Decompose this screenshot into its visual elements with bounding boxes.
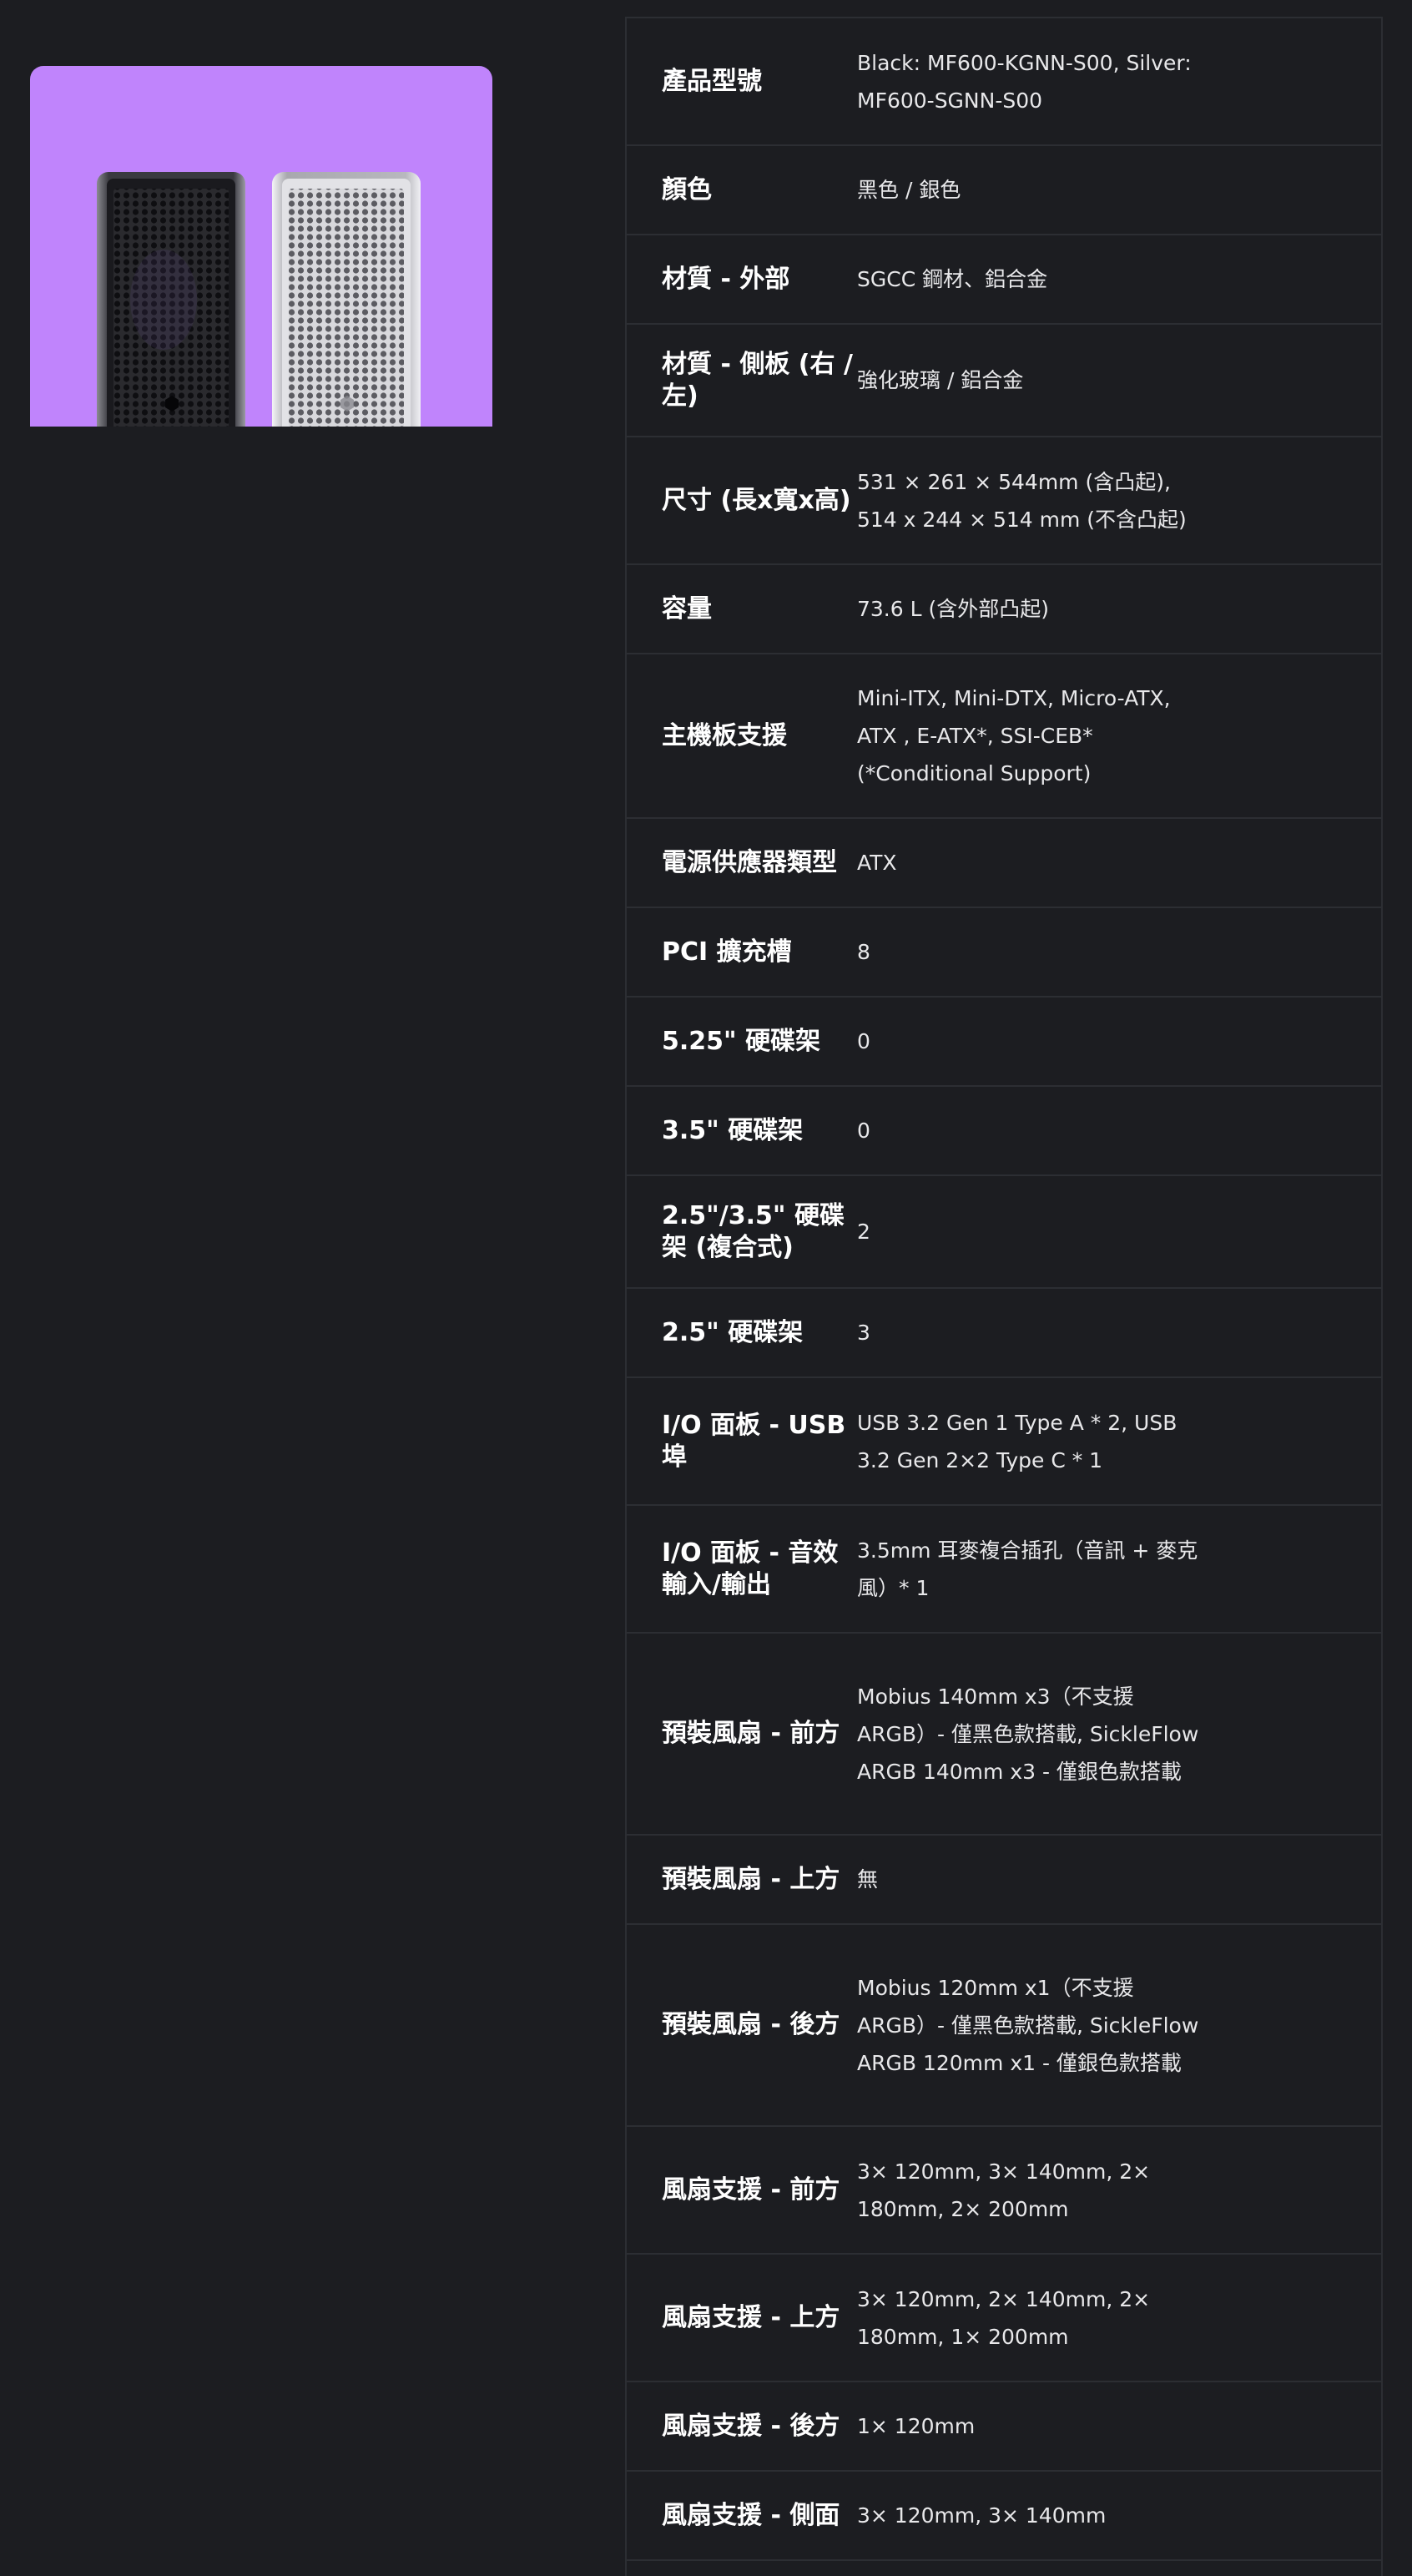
spec-row: 預裝風扇 - 上方 無 (627, 1836, 1381, 1925)
product-image (30, 66, 492, 427)
spec-label: 預裝風扇 - 上方 (662, 1864, 840, 1894)
spec-value: 0 (857, 1119, 870, 1143)
spec-value: ATX (857, 851, 897, 875)
spec-value: 3× 120mm, 3× 140mm (857, 2503, 1107, 2528)
spec-row: 產品型號 Black: MF600-KGNN-S00, Silver: MF60… (627, 18, 1381, 146)
spec-table: 產品型號 Black: MF600-KGNN-S00, Silver: MF60… (625, 17, 1383, 2561)
spec-value: 3× 120mm, 3× 140mm, 2× 180mm, 2× 200mm (857, 2159, 1151, 2221)
spec-label: I/O 面板 - 音效輸入/輸出 (662, 1538, 839, 1599)
spec-label: 容量 (662, 593, 712, 624)
spec-value: 0 (857, 1029, 870, 1053)
spec-value: Black: MF600-KGNN-S00, Silver: MF600-SGN… (857, 50, 1192, 113)
spec-label: 電源供應器類型 (662, 847, 837, 877)
spec-label: 2.5"/3.5" 硬碟架 (複合式) (662, 1200, 845, 1262)
spec-value: 3× 120mm, 2× 140mm, 2× 180mm, 1× 200mm (857, 2286, 1151, 2349)
spec-value: 無 (857, 1867, 879, 1892)
spec-label: 材質 - 外部 (662, 264, 790, 294)
spec-value: 1× 120mm (857, 2414, 976, 2438)
spec-value: 3.5mm 耳麥複合插孔（音訊 + 麥克風）* 1 (857, 1538, 1198, 1600)
spec-label: 3.5" 硬碟架 (662, 1115, 804, 1145)
spec-label: 風扇支援 - 側面 (662, 2500, 840, 2530)
spec-row: 2.5" 硬碟架 3 (627, 1289, 1381, 1378)
spec-value: 黑色 / 銀色 (857, 178, 961, 202)
spec-label: 風扇支援 - 前方 (662, 2174, 840, 2205)
spec-label: 5.25" 硬碟架 (662, 1026, 821, 1056)
spec-row: 風扇支援 - 側面 3× 120mm, 3× 140mm (627, 2472, 1381, 2561)
spec-label: 顏色 (662, 174, 712, 205)
spec-row: 5.25" 硬碟架 0 (627, 998, 1381, 1087)
spec-label: 風扇支援 - 上方 (662, 2302, 840, 2332)
spec-value: 8 (857, 940, 870, 964)
spec-value: 3 (857, 1321, 870, 1345)
spec-label: 尺寸 (長x寬x高) (662, 485, 851, 515)
spec-row: 風扇支援 - 後方 1× 120mm (627, 2382, 1381, 2472)
spec-label: 主機板支援 (662, 720, 787, 750)
spec-label: 預裝風扇 - 後方 (662, 2010, 840, 2039)
spec-value: Mini-ITX, Mini-DTX, Micro-ATX, ATX , E-A… (857, 686, 1171, 785)
spec-row: PCI 擴充槽 8 (627, 908, 1381, 998)
spec-row: 顏色 黑色 / 銀色 (627, 146, 1381, 235)
spec-value: 2 (857, 1220, 870, 1244)
spec-row: I/O 面板 - USB 埠 USB 3.2 Gen 1 Type A * 2,… (627, 1378, 1381, 1506)
spec-row: 材質 - 外部 SGCC 鋼材、鋁合金 (627, 235, 1381, 325)
spec-row: 電源供應器類型 ATX (627, 819, 1381, 908)
spec-label: 產品型號 (662, 66, 762, 96)
spec-row: 主機板支援 Mini-ITX, Mini-DTX, Micro-ATX, ATX… (627, 654, 1381, 819)
spec-row: 尺寸 (長x寬x高) 531 × 261 × 544mm (含凸起), 514 … (627, 437, 1381, 565)
spec-row: 預裝風扇 - 前方 Mobius 140mm x3（不支援 ARGB）- 僅黑色… (627, 1634, 1381, 1836)
spec-row: 容量 73.6 L (含外部凸起) (627, 565, 1381, 654)
spec-row: 材質 - 側板 (右 / 左) 強化玻璃 / 鋁合金 (627, 325, 1381, 437)
spec-row: 2.5"/3.5" 硬碟架 (複合式) 2 (627, 1176, 1381, 1289)
spec-value: SGCC 鋼材、鋁合金 (857, 267, 1048, 291)
spec-row: 風扇支援 - 上方 3× 120mm, 2× 140mm, 2× 180mm, … (627, 2255, 1381, 2382)
spec-row: 預裝風扇 - 後方 Mobius 120mm x1（不支援 ARGB）- 僅黑色… (627, 1925, 1381, 2127)
spec-label: 風扇支援 - 後方 (662, 2411, 840, 2441)
spec-label: 2.5" 硬碟架 (662, 1317, 804, 1347)
spec-row: 3.5" 硬碟架 0 (627, 1087, 1381, 1176)
pc-case-illustration (97, 172, 421, 427)
spec-row: I/O 面板 - 音效輸入/輸出 3.5mm 耳麥複合插孔（音訊 + 麥克風）*… (627, 1506, 1381, 1634)
spec-table-continuation (625, 2550, 1383, 2576)
spec-value: Mobius 120mm x1（不支援 ARGB）- 僅黑色款搭載, Sickl… (857, 1975, 1199, 2075)
silver-case (272, 172, 421, 427)
black-case (97, 172, 245, 427)
spec-label: 預裝風扇 - 前方 (662, 1719, 840, 1748)
spec-label: 材質 - 側板 (右 / 左) (662, 349, 853, 411)
spec-row: 風扇支援 - 前方 3× 120mm, 3× 140mm, 2× 180mm, … (627, 2127, 1381, 2255)
spec-value: 強化玻璃 / 鋁合金 (857, 368, 1024, 392)
spec-value: 531 × 261 × 544mm (含凸起), 514 x 244 × 514… (857, 469, 1187, 532)
spec-value: 73.6 L (含外部凸起) (857, 597, 1049, 621)
spec-value: Mobius 140mm x3（不支援 ARGB）- 僅黑色款搭載, Sickl… (857, 1684, 1199, 1784)
spec-label: PCI 擴充槽 (662, 937, 792, 967)
spec-label: I/O 面板 - USB 埠 (662, 1410, 846, 1472)
spec-value: USB 3.2 Gen 1 Type A * 2, USB 3.2 Gen 2×… (857, 1410, 1178, 1472)
